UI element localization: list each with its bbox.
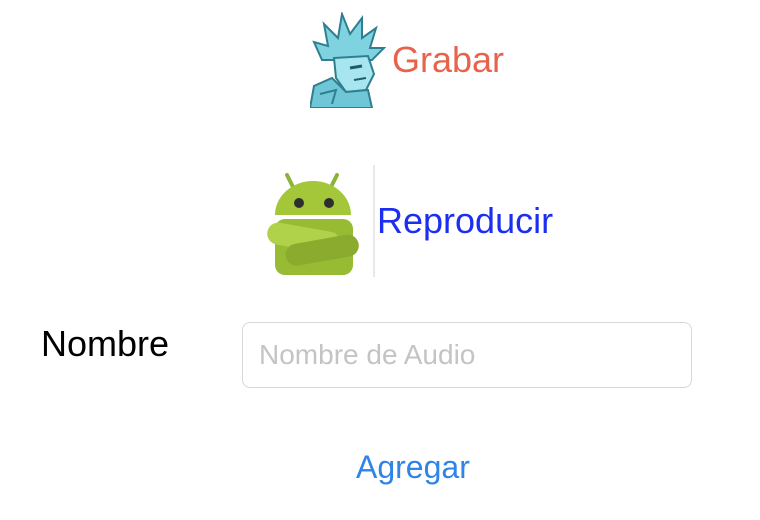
audio-name-input[interactable] xyxy=(242,322,692,388)
play-button[interactable]: Reproducir xyxy=(263,165,553,277)
android-mascot-icon xyxy=(267,165,375,277)
name-label: Nombre xyxy=(41,323,170,364)
record-button[interactable]: Grabar xyxy=(310,12,504,108)
play-label: Reproducir xyxy=(377,200,554,241)
ice-warrior-icon xyxy=(310,12,386,108)
add-button[interactable]: Agregar xyxy=(356,451,470,483)
record-label: Grabar xyxy=(392,39,505,80)
audio-recorder-screen: Grabar Reproducir Nombre Agregar xyxy=(0,0,760,520)
